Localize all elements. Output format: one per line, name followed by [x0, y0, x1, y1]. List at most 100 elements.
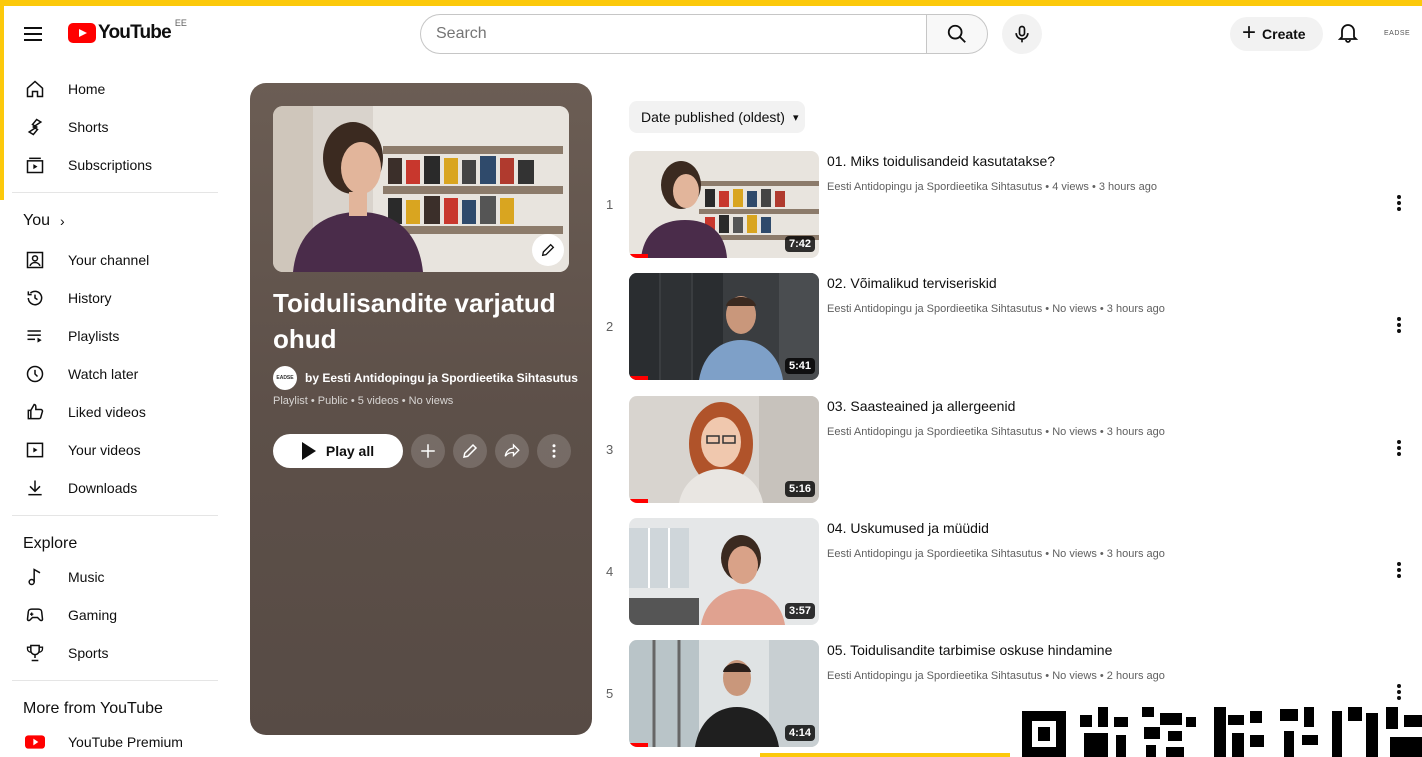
sidebar-item-subscriptions[interactable]: Subscriptions	[0, 146, 218, 184]
video-index: 4	[606, 564, 614, 579]
plus-icon	[421, 444, 435, 458]
more-vertical-icon[interactable]	[1389, 436, 1409, 460]
edit-thumbnail-button[interactable]	[532, 234, 564, 266]
search-input[interactable]	[420, 14, 926, 54]
video-title[interactable]: 01. Miks toidulisandeid kasutatakse?	[827, 153, 1055, 169]
sidebar-item-label: Playlists	[68, 328, 120, 344]
video-thumbnail[interactable]: 3:57	[629, 518, 819, 625]
clock-icon	[24, 363, 46, 385]
pencil-icon	[541, 243, 555, 257]
video-row[interactable]: 3 5:16 03. Saasteained ja allergeenid Ee…	[600, 396, 1422, 504]
logo-text: YouTube	[98, 22, 172, 43]
owner-name: by Eesti Antidopingu ja Spordieetika Sih…	[305, 371, 578, 385]
sidebar-item-youtube-premium[interactable]: YouTube Premium	[0, 723, 218, 757]
video-duration: 5:16	[784, 481, 815, 497]
video-title[interactable]: 02. Võimalikud terviseriskid	[827, 275, 997, 291]
playlist-thumbnail[interactable]	[273, 106, 569, 272]
video-index: 1	[606, 197, 614, 212]
explore-heading-label: Explore	[23, 535, 78, 552]
voice-search-button[interactable]	[1002, 14, 1042, 54]
sidebar: Home Shorts Subscriptions You › Your cha…	[0, 70, 218, 757]
create-button[interactable]: + Create	[1230, 17, 1323, 51]
more-vertical-icon[interactable]	[1389, 313, 1409, 337]
sidebar-heading-you[interactable]: You ›	[0, 201, 218, 241]
sidebar-item-label: Sports	[68, 645, 109, 661]
divider	[12, 192, 218, 193]
sort-dropdown[interactable]: Date published (oldest) ▾	[629, 101, 805, 133]
microphone-icon	[1015, 25, 1029, 43]
sidebar-item-your-channel[interactable]: Your channel	[0, 241, 218, 279]
playlist-owner[interactable]: EADSE by Eesti Antidopingu ja Spordieeti…	[273, 366, 578, 390]
playlists-icon	[24, 325, 46, 347]
watch-progress	[629, 743, 648, 747]
sidebar-item-downloads[interactable]: Downloads	[0, 469, 218, 507]
video-index: 2	[606, 319, 614, 334]
video-thumbnail[interactable]: 5:41	[629, 273, 819, 380]
youtube-logo[interactable]: YouTube EE	[68, 18, 187, 44]
sidebar-item-music[interactable]: Music	[0, 558, 218, 596]
music-icon	[24, 566, 46, 588]
play-icon	[301, 442, 316, 460]
video-meta: Eesti Antidopingu ja Spordieetika Sihtas…	[827, 426, 1165, 438]
more-vertical-icon[interactable]	[1389, 680, 1409, 704]
channel-icon	[24, 249, 46, 271]
video-duration: 7:42	[784, 236, 815, 252]
video-title[interactable]: 04. Uskumused ja müüdid	[827, 520, 989, 536]
playlist-actions: Play all	[273, 434, 571, 468]
video-thumbnail[interactable]: 4:14	[629, 640, 819, 747]
country-code: EE	[174, 18, 187, 28]
sidebar-item-label: Your channel	[68, 252, 150, 268]
sidebar-item-sports[interactable]: Sports	[0, 634, 218, 672]
video-index: 3	[606, 442, 614, 457]
video-row[interactable]: 4 3:57 04. Uskumused ja müüdid Eesti Ant…	[600, 518, 1422, 626]
video-thumbnail[interactable]: 7:42	[629, 151, 819, 258]
more-vertical-icon	[552, 444, 556, 458]
more-options-button[interactable]	[537, 434, 571, 468]
video-duration: 3:57	[784, 603, 815, 619]
sidebar-item-label: Subscriptions	[68, 157, 153, 173]
divider	[12, 680, 218, 681]
share-button[interactable]	[495, 434, 529, 468]
watch-progress	[629, 254, 648, 258]
sidebar-item-label: History	[68, 290, 112, 306]
divider	[12, 515, 218, 516]
create-label: Create	[1262, 26, 1306, 42]
video-row[interactable]: 2 5:41 02. Võimalikud terviseriskid Eest…	[600, 273, 1422, 381]
sidebar-item-label: YouTube Premium	[68, 734, 183, 750]
sidebar-item-gaming[interactable]: Gaming	[0, 596, 218, 634]
video-title[interactable]: 05. Toidulisandite tarbimise oskuse hind…	[827, 642, 1112, 658]
add-to-playlist-button[interactable]	[411, 434, 445, 468]
sidebar-item-label: Shorts	[68, 119, 109, 135]
sidebar-item-your-videos[interactable]: Your videos	[0, 431, 218, 469]
video-row[interactable]: 1 7:42 01. Miks toidulisandeid kasutatak…	[600, 151, 1422, 259]
video-meta: Eesti Antidopingu ja Spordieetika Sihtas…	[827, 181, 1157, 193]
screen-frame-bottom	[760, 753, 1010, 757]
thumbs-up-icon	[24, 401, 46, 423]
more-vertical-icon[interactable]	[1389, 558, 1409, 582]
sidebar-item-shorts[interactable]: Shorts	[0, 108, 218, 146]
search-button[interactable]	[926, 14, 988, 54]
sort-label: Date published (oldest)	[641, 109, 785, 125]
you-heading-label: You	[23, 212, 50, 229]
qr-code-image	[1022, 707, 1422, 757]
youtube-play-icon	[68, 23, 96, 43]
more-vertical-icon[interactable]	[1389, 191, 1409, 215]
gaming-icon	[24, 604, 46, 626]
sidebar-item-history[interactable]: History	[0, 279, 218, 317]
sidebar-item-label: Liked videos	[68, 404, 146, 420]
sidebar-item-liked-videos[interactable]: Liked videos	[0, 393, 218, 431]
sidebar-item-playlists[interactable]: Playlists	[0, 317, 218, 355]
menu-icon[interactable]	[22, 24, 46, 44]
sidebar-item-watch-later[interactable]: Watch later	[0, 355, 218, 393]
video-thumbnail[interactable]: 5:16	[629, 396, 819, 503]
notifications-button[interactable]	[1336, 20, 1362, 46]
account-avatar[interactable]: EADSE	[1384, 24, 1422, 42]
play-all-button[interactable]: Play all	[273, 434, 403, 468]
edit-playlist-button[interactable]	[453, 434, 487, 468]
shorts-icon	[24, 116, 46, 138]
owner-avatar: EADSE	[273, 366, 297, 390]
masthead: YouTube EE + Create EADSE	[0, 6, 1422, 62]
video-title[interactable]: 03. Saasteained ja allergeenid	[827, 398, 1015, 414]
sidebar-item-home[interactable]: Home	[0, 70, 218, 108]
video-duration: 4:14	[784, 725, 815, 741]
